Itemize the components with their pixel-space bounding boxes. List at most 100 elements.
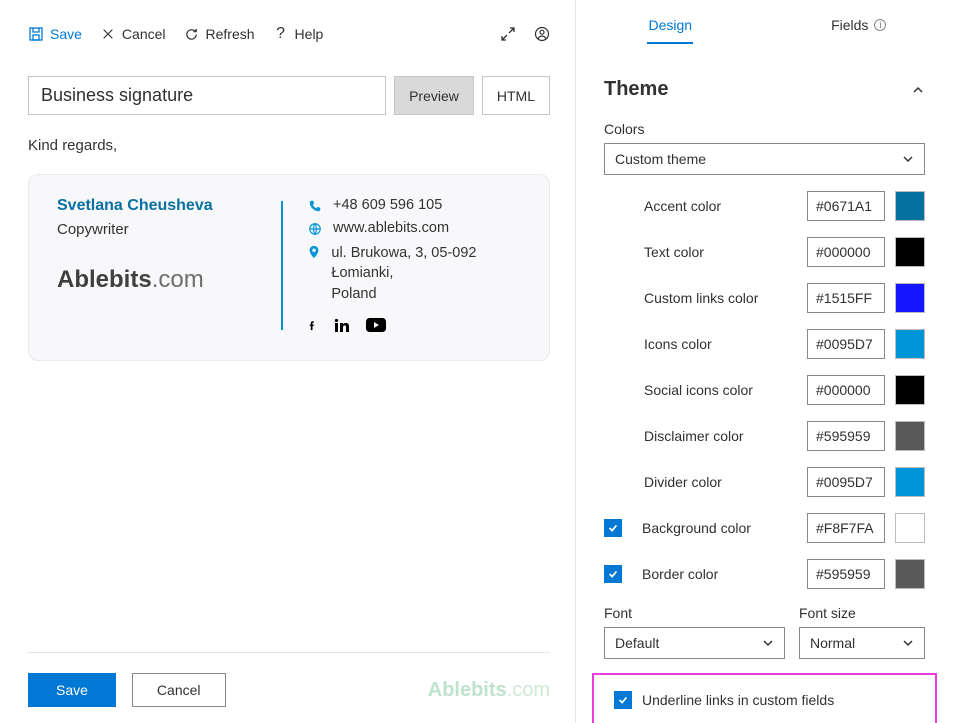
toolbar-cancel-button[interactable]: Cancel [100, 26, 166, 42]
color-hex-input[interactable] [807, 513, 885, 543]
color-label: Icons color [604, 336, 797, 352]
refresh-icon [184, 26, 200, 42]
color-hex-input[interactable] [807, 559, 885, 589]
tab-fields[interactable]: Fields i [765, 0, 953, 50]
color-row: Custom links color [604, 283, 925, 313]
color-swatch[interactable] [895, 283, 925, 313]
colors-label: Colors [604, 121, 925, 137]
font-label: Font [604, 605, 785, 621]
account-icon [534, 26, 550, 42]
color-label: Custom links color [604, 290, 797, 306]
globe-icon [307, 220, 323, 236]
signature-website: www.ablebits.com [333, 220, 449, 236]
highlighted-options: Underline links in custom fields Apply c… [592, 673, 937, 723]
color-swatch[interactable] [895, 513, 925, 543]
tab-design-label: Design [648, 17, 692, 33]
toolbar: Save Cancel Refresh ? Help [28, 16, 550, 52]
color-row: Disclaimer color [604, 421, 925, 451]
color-hex-input[interactable] [807, 329, 885, 359]
help-icon: ? [273, 26, 289, 42]
color-swatch[interactable] [895, 559, 925, 589]
expand-button[interactable] [500, 26, 516, 42]
signature-preview-card: Svetlana Cheusheva Copywriter Ablebits.c… [28, 174, 550, 361]
toolbar-help-label: Help [295, 26, 324, 42]
location-icon [307, 243, 321, 259]
font-size-label: Font size [799, 605, 925, 621]
color-row: Icons color [604, 329, 925, 359]
chevron-down-icon [902, 153, 914, 165]
facebook-icon [307, 318, 318, 334]
signature-phone: +48 609 596 105 [333, 197, 442, 213]
logo-text-a: Ablebits [57, 266, 152, 293]
linkedin-icon [334, 318, 350, 334]
color-swatch[interactable] [895, 237, 925, 267]
signature-address: ul. Brukowa, 3, 05-092 Łomianki, Poland [331, 243, 521, 304]
color-row: Social icons color [604, 375, 925, 405]
cancel-icon [100, 26, 116, 42]
signature-name-input[interactable] [28, 76, 386, 115]
color-label: Background color [642, 520, 797, 536]
color-hex-input[interactable] [807, 375, 885, 405]
footer-cancel-button[interactable]: Cancel [132, 673, 226, 707]
font-select-value: Default [615, 635, 659, 651]
tab-fields-label: Fields [831, 17, 868, 33]
signature-role: Copywriter [57, 221, 257, 238]
signature-logo: Ablebits.com [57, 266, 257, 294]
color-row: Background color [604, 513, 925, 543]
html-tab-button[interactable]: HTML [482, 76, 550, 115]
checkbox-icon[interactable] [604, 565, 622, 583]
color-label: Border color [642, 566, 797, 582]
chevron-down-icon [762, 637, 774, 649]
right-tabs: Design Fields i [576, 0, 953, 50]
color-swatch[interactable] [895, 191, 925, 221]
toolbar-help-button[interactable]: ? Help [273, 26, 324, 42]
footer-save-button[interactable]: Save [28, 673, 116, 707]
theme-select[interactable]: Custom theme [604, 143, 925, 175]
color-label: Social icons color [604, 382, 797, 398]
color-label: Divider color [604, 474, 797, 490]
info-icon: i [874, 19, 886, 31]
toolbar-cancel-label: Cancel [122, 26, 166, 42]
footer: Save Cancel Ablebits.com [28, 652, 550, 707]
underline-links-option[interactable]: Underline links in custom fields [614, 691, 923, 709]
color-hex-input[interactable] [807, 421, 885, 451]
save-icon [28, 26, 44, 42]
toolbar-save-label: Save [50, 26, 82, 42]
youtube-icon [366, 318, 386, 334]
color-label: Text color [604, 244, 797, 260]
font-select[interactable]: Default [604, 627, 785, 659]
underline-links-label: Underline links in custom fields [642, 692, 834, 708]
signature-name: Svetlana Cheusheva [57, 197, 257, 215]
color-row: Accent color [604, 191, 925, 221]
font-size-select[interactable]: Normal [799, 627, 925, 659]
account-button[interactable] [534, 26, 550, 42]
checkbox-icon[interactable] [604, 519, 622, 537]
expand-icon [500, 26, 516, 42]
footer-logo: Ablebits.com [428, 679, 550, 702]
logo-text-b: .com [152, 266, 204, 293]
color-label: Accent color [604, 198, 797, 214]
toolbar-refresh-button[interactable]: Refresh [184, 26, 255, 42]
chevron-down-icon [902, 637, 914, 649]
collapse-button[interactable] [911, 83, 925, 97]
color-row: Divider color [604, 467, 925, 497]
color-hex-input[interactable] [807, 237, 885, 267]
color-hex-input[interactable] [807, 191, 885, 221]
theme-section-title: Theme [604, 78, 668, 101]
toolbar-refresh-label: Refresh [206, 26, 255, 42]
color-hex-input[interactable] [807, 467, 885, 497]
color-swatch[interactable] [895, 467, 925, 497]
color-row: Border color [604, 559, 925, 589]
color-label: Disclaimer color [604, 428, 797, 444]
color-swatch[interactable] [895, 375, 925, 405]
color-swatch[interactable] [895, 329, 925, 359]
checkbox-icon [614, 691, 632, 709]
preview-tab-button[interactable]: Preview [394, 76, 474, 115]
color-row: Text color [604, 237, 925, 267]
greeting-text: Kind regards, [28, 137, 550, 154]
toolbar-save-button[interactable]: Save [28, 26, 82, 42]
tab-design[interactable]: Design [576, 0, 765, 50]
color-swatch[interactable] [895, 421, 925, 451]
color-hex-input[interactable] [807, 283, 885, 313]
font-size-select-value: Normal [810, 635, 855, 651]
